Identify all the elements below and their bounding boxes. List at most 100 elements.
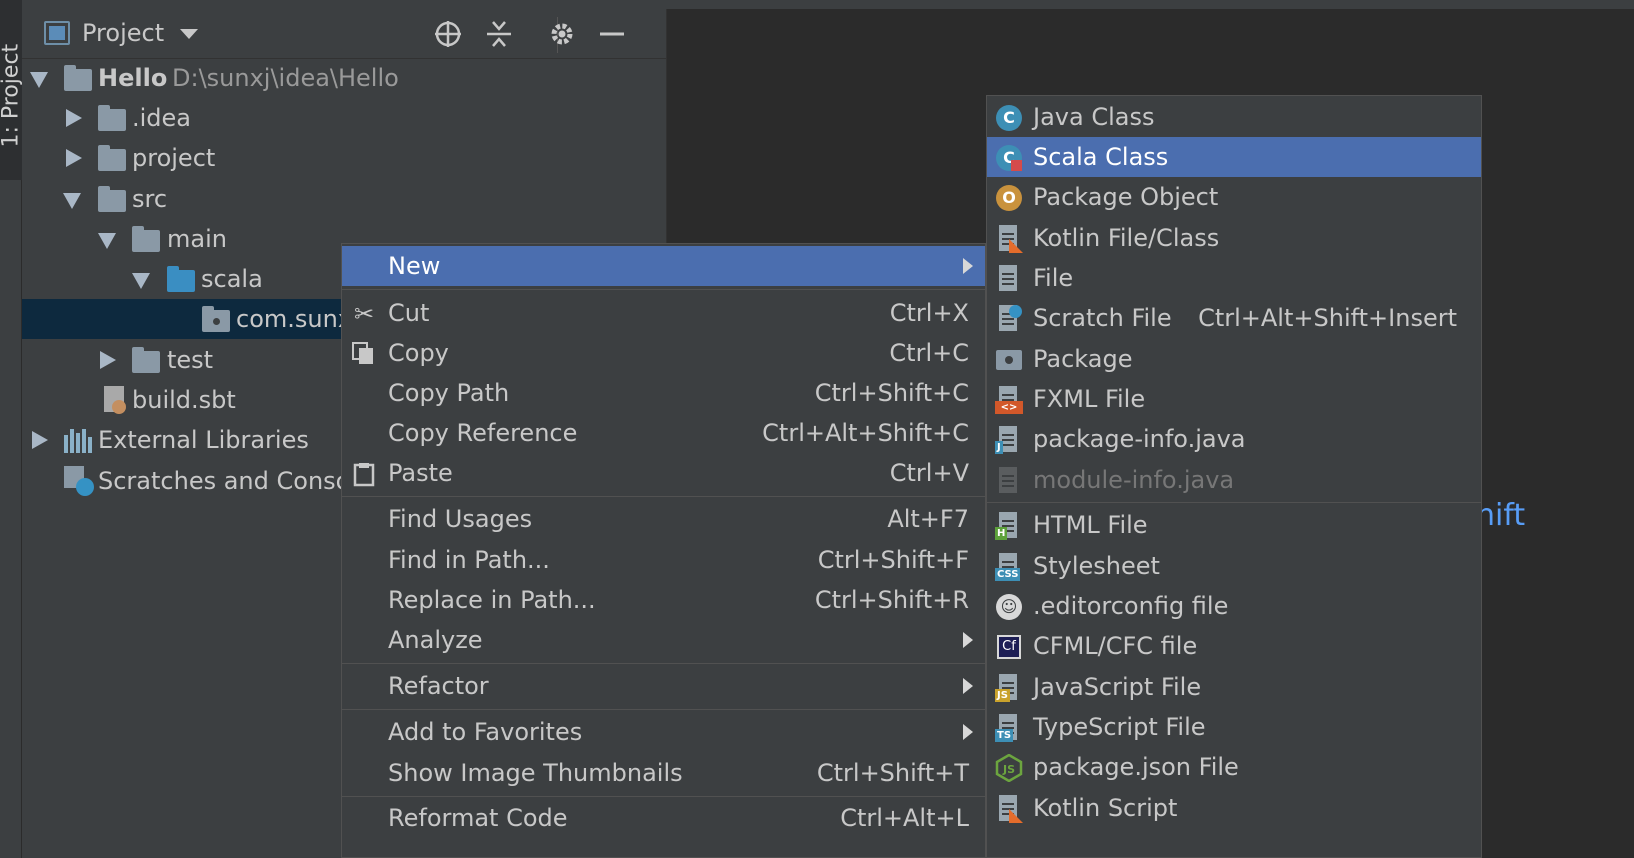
submenu-item-label: package-info.java [1033, 425, 1246, 453]
editorconfig-icon: ☺ [995, 593, 1023, 621]
submenu-item-kotlin-file[interactable]: Kotlin File/Class [987, 218, 1481, 258]
menu-item-copy[interactable]: Copy Ctrl+C [342, 333, 985, 373]
menu-item-new[interactable]: New [342, 246, 985, 286]
submenu-item-shortcut: Ctrl+Alt+Shift+Insert [1198, 304, 1457, 332]
tree-item-hello[interactable]: Hello D:\sunxj\idea\Hello [22, 58, 667, 98]
project-tool-tab[interactable]: 1: Project [0, 0, 24, 180]
submenu-item-html-file[interactable]: H HTML File [987, 505, 1481, 545]
tree-item-idea[interactable]: .idea [22, 98, 667, 138]
submenu-item-label: Scala Class [1033, 143, 1169, 171]
collapse-all-icon[interactable] [483, 19, 515, 51]
menu-item-label: Copy Reference [388, 419, 578, 447]
expand-arrow-icon[interactable] [66, 149, 82, 167]
menu-item-refactor[interactable]: Refactor [342, 666, 985, 706]
submenu-item-label: Scratch File [1033, 304, 1172, 332]
tree-item-label: test [167, 346, 214, 374]
folder-icon [98, 105, 126, 131]
submenu-item-label: TypeScript File [1033, 713, 1206, 741]
submenu-arrow-icon [963, 632, 973, 648]
project-panel-title[interactable]: Project [82, 19, 164, 47]
expand-arrow-icon[interactable] [100, 351, 116, 369]
tree-item-label: Scratches and Console [98, 467, 372, 495]
expand-arrow-icon[interactable] [98, 233, 116, 249]
scala-class-icon: C [995, 144, 1023, 172]
fxml-file-icon: <> [995, 386, 1023, 414]
submenu-item-stylesheet[interactable]: CSS Stylesheet [987, 546, 1481, 586]
submenu-item-package[interactable]: Package [987, 339, 1481, 379]
submenu-item-label: Java Class [1033, 103, 1155, 131]
scratch-file-icon [995, 305, 1023, 333]
tree-item-label: scala [201, 265, 263, 293]
menu-item-cut[interactable]: ✂ Cut Ctrl+X [342, 293, 985, 333]
expand-arrow-icon[interactable] [132, 273, 150, 289]
submenu-item-javascript[interactable]: JS JavaScript File [987, 667, 1481, 707]
menu-item-shortcut: Ctrl+Shift+R [814, 586, 969, 614]
menu-item-label: Replace in Path... [388, 586, 596, 614]
expand-arrow-icon[interactable] [30, 72, 48, 88]
menu-item-shortcut: Ctrl+C [889, 339, 969, 367]
submenu-item-kotlin-script[interactable]: Kotlin Script [987, 788, 1481, 828]
menu-item-label: New [388, 252, 441, 280]
menu-item-find-usages[interactable]: Find Usages Alt+F7 [342, 499, 985, 539]
submenu-item-editorconfig[interactable]: ☺ .editorconfig file [987, 586, 1481, 626]
submenu-item-file[interactable]: File [987, 258, 1481, 298]
submenu-arrow-icon [963, 724, 973, 740]
submenu-item-label: File [1033, 264, 1074, 292]
tree-item-src[interactable]: src [22, 179, 667, 219]
submenu-item-scala-class[interactable]: C Scala Class [987, 137, 1481, 177]
menu-item-replace-in-path[interactable]: Replace in Path... Ctrl+Shift+R [342, 580, 985, 620]
new-submenu: C Java Class C Scala Class O Package Obj… [986, 95, 1482, 858]
menu-item-label: Copy Path [388, 379, 510, 407]
submenu-item-scratch-file[interactable]: Scratch File Ctrl+Alt+Shift+Insert [987, 298, 1481, 338]
expand-arrow-icon[interactable] [66, 109, 82, 127]
menu-item-copy-reference[interactable]: Copy Reference Ctrl+Alt+Shift+C [342, 413, 985, 453]
menu-separator [342, 289, 985, 290]
submenu-item-java-class[interactable]: C Java Class [987, 97, 1481, 137]
menu-item-label: Find Usages [388, 505, 533, 533]
submenu-item-typescript[interactable]: TS TypeScript File [987, 707, 1481, 747]
chevron-down-icon[interactable] [180, 29, 198, 39]
menu-separator [987, 502, 1481, 503]
scratches-icon [64, 466, 94, 496]
submenu-item-package-info[interactable]: J package-info.java [987, 419, 1481, 459]
menu-item-shortcut: Ctrl+Alt+L [840, 804, 969, 832]
menu-item-add-to-favorites[interactable]: Add to Favorites [342, 712, 985, 752]
menu-item-label: Show Image Thumbnails [388, 759, 683, 787]
menu-item-shortcut: Ctrl+Alt+Shift+C [762, 419, 969, 447]
menu-item-find-in-path[interactable]: Find in Path... Ctrl+Shift+F [342, 540, 985, 580]
submenu-item-label: Stylesheet [1033, 552, 1160, 580]
project-panel-header: Project [22, 9, 667, 59]
tree-item-project[interactable]: project [22, 138, 667, 178]
menu-item-label: Add to Favorites [388, 718, 583, 746]
menu-item-paste[interactable]: Paste Ctrl+V [342, 453, 985, 493]
tree-item-label: .idea [132, 104, 192, 132]
submenu-item-package-object[interactable]: O Package Object [987, 177, 1481, 217]
copy-icon [351, 341, 377, 367]
java-class-icon: C [995, 104, 1023, 132]
submenu-item-label: CFML/CFC file [1033, 632, 1198, 660]
minimize-icon[interactable] [596, 19, 628, 51]
menu-item-reformat-code[interactable]: Reformat Code Ctrl+Alt+L [342, 798, 985, 838]
tree-item-label: src [132, 185, 168, 213]
menu-separator [342, 663, 985, 664]
folder-icon [132, 347, 160, 373]
submenu-arrow-icon [963, 258, 973, 274]
submenu-item-package-json[interactable]: JS package.json File [987, 747, 1481, 787]
menu-item-show-image-thumbnails[interactable]: Show Image Thumbnails Ctrl+Shift+T [342, 753, 985, 793]
cfml-file-icon: Cf [995, 633, 1023, 661]
menu-item-label: Reformat Code [388, 804, 568, 832]
submenu-item-label: JavaScript File [1033, 673, 1202, 701]
scissors-icon: ✂ [353, 300, 375, 328]
gear-icon[interactable] [546, 19, 578, 51]
locate-icon[interactable] [432, 19, 464, 51]
submenu-item-fxml-file[interactable]: <> FXML File [987, 379, 1481, 419]
menu-item-copy-path[interactable]: Copy Path Ctrl+Shift+C [342, 373, 985, 413]
expand-arrow-icon[interactable] [32, 431, 48, 449]
submenu-item-module-info[interactable]: module-info.java [987, 460, 1481, 500]
package-icon [202, 306, 230, 332]
kotlin-file-icon [995, 225, 1023, 253]
submenu-item-cfml[interactable]: Cf CFML/CFC file [987, 626, 1481, 666]
menu-item-shortcut: Alt+F7 [887, 505, 969, 533]
expand-arrow-icon[interactable] [63, 193, 81, 209]
menu-item-analyze[interactable]: Analyze [342, 620, 985, 660]
